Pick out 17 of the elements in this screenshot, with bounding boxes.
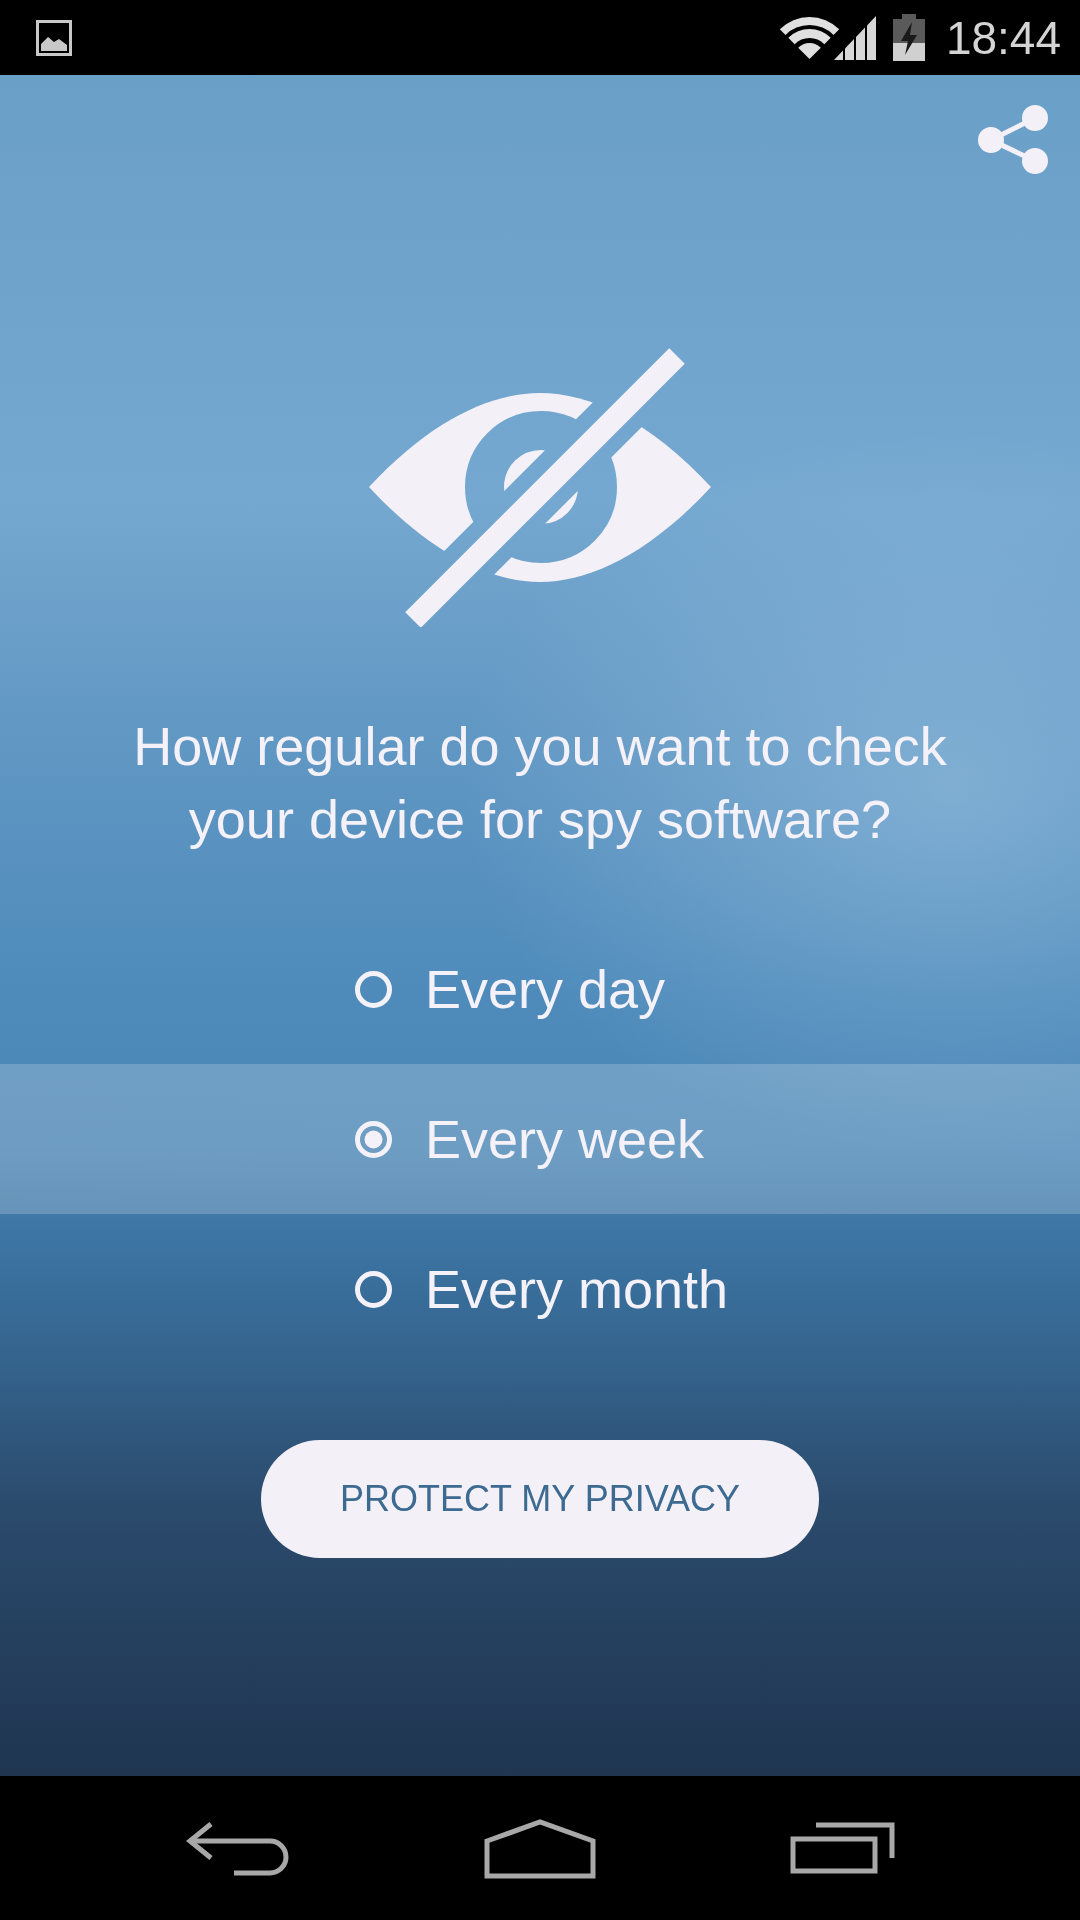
question-text: How regular do you want to check your device for spy software?	[132, 715, 948, 851]
radio-option[interactable]: Every month	[355, 1257, 729, 1321]
home-icon[interactable]	[484, 1817, 596, 1879]
radio-option[interactable]: Every day	[355, 957, 666, 1021]
signal-icon	[833, 15, 877, 60]
recent-apps-icon[interactable]	[789, 1822, 895, 1874]
radio-option[interactable]: Every week	[355, 1107, 705, 1171]
radio-button-icon[interactable]	[355, 1270, 392, 1308]
back-icon[interactable]	[186, 1820, 290, 1876]
wifi-icon	[778, 15, 840, 60]
image-icon	[36, 19, 72, 56]
protect-privacy-button[interactable]: PROTECT MY PRIVACY	[261, 1440, 819, 1558]
radio-button-icon[interactable]	[355, 970, 392, 1008]
radio-button-icon[interactable]	[355, 1120, 392, 1158]
status-time: 18:44	[945, 14, 1061, 61]
battery-charging-icon	[892, 14, 925, 61]
eye-slash-icon	[369, 348, 711, 627]
